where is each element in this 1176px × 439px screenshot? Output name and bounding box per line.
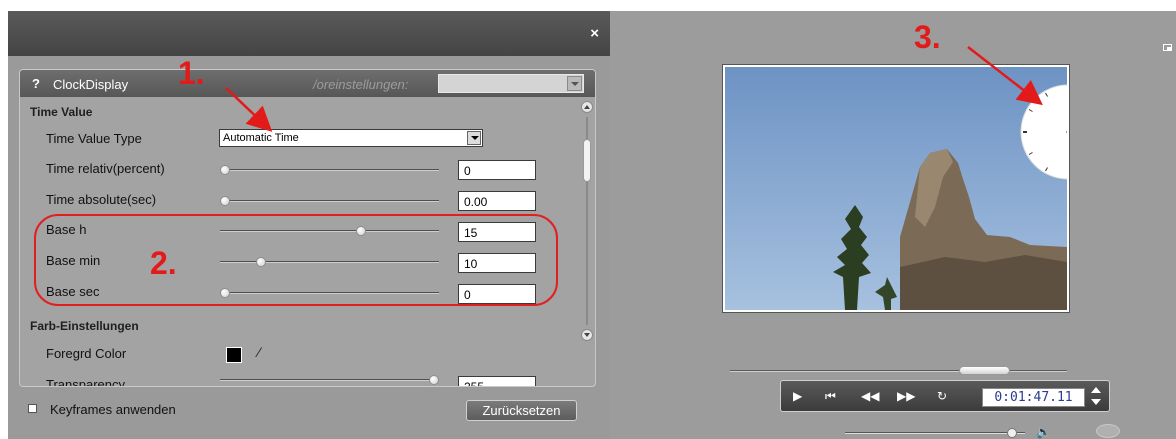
speaker-icon[interactable]: 🔈 xyxy=(1036,425,1051,439)
play-icon[interactable]: ▶ xyxy=(793,390,802,402)
keyframes-checkbox[interactable] xyxy=(28,404,37,413)
loop-icon[interactable]: ↻ xyxy=(937,390,947,402)
timeline-scrubber[interactable] xyxy=(730,366,1067,375)
spinner-up-icon[interactable] xyxy=(1091,387,1101,393)
volume-slider[interactable] xyxy=(845,428,1025,438)
eye-icon[interactable] xyxy=(1096,424,1120,438)
preview-player: 3. ▶ ⏮ ◀◀ ▶▶ ↻ 0:01:47.11 🔈 xyxy=(610,11,1176,439)
annotation-arrow-1 xyxy=(225,87,273,132)
annotation-arrow-3 xyxy=(967,46,1043,106)
skip-to-start-icon[interactable]: ⏮ xyxy=(825,390,836,402)
reset-button[interactable]: Zurücksetzen xyxy=(466,400,577,421)
timecode-display[interactable]: 0:01:47.11 xyxy=(982,388,1085,407)
keyframes-label: Keyframes anwenden xyxy=(50,402,176,417)
effect-settings-dialog: × ? ClockDisplay /oreinstellungen: Time … xyxy=(8,11,610,439)
spinner-down-icon[interactable] xyxy=(1091,399,1101,405)
transport-controls: ▶ ⏮ ◀◀ ▶▶ ↻ 0:01:47.11 xyxy=(780,380,1110,412)
scrubber-handle[interactable] xyxy=(958,366,1010,375)
annotation-arrows xyxy=(225,87,273,132)
fast-forward-icon[interactable]: ▶▶ xyxy=(897,390,915,402)
volume-handle[interactable] xyxy=(1006,428,1017,438)
rewind-icon[interactable]: ◀◀ xyxy=(861,390,879,402)
annotation-arrows-right xyxy=(967,46,1043,106)
timecode-spinner[interactable] xyxy=(1089,385,1103,409)
